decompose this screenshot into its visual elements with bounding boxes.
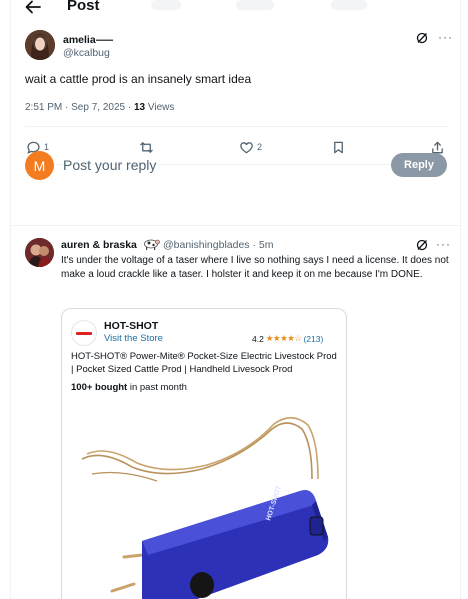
avatar[interactable] [25,238,54,267]
divider [25,126,449,127]
reply-composer: M Reply [11,151,460,183]
top-bar: Post [11,0,460,20]
purchase-stat: 100+ bought in past month [71,382,187,393]
post-timestamp[interactable]: 2:51 PM · Sep 7, 2025 · [25,102,134,113]
grok-icon[interactable] [416,239,428,251]
author-name[interactable]: auren & braska [61,239,137,251]
reply-input[interactable] [63,157,383,173]
page-title: Post [67,0,100,14]
divider [11,225,460,226]
product-brand: HOT-SHOT [104,320,159,332]
product-title[interactable]: HOT-SHOT® Power-Mite® Pocket-Size Electr… [71,350,341,376]
author-handle-time[interactable]: @banishingblades · 5m [163,239,273,251]
faded-nav-item [331,0,367,10]
reply-text: It's under the voltage of a taser where … [61,255,449,280]
current-user-avatar[interactable]: M [25,151,54,180]
visit-store-link[interactable]: Visit the Store [104,333,163,344]
more-options-icon[interactable]: ··· [438,30,453,44]
post-text: wait a cattle prod is an insanely smart … [25,72,252,86]
rating-count: (213) [303,333,324,344]
faded-nav-item [151,0,181,10]
grok-icon[interactable] [416,32,428,44]
post-detail-page: Post amelia⸺ @kcalbug ··· wait a cattle … [10,0,461,599]
bought-count: 100+ bought [71,382,128,393]
bought-period: in past month [127,382,187,393]
faded-nav-item [236,0,274,10]
avatar[interactable] [25,30,55,60]
views-count: 13 [133,102,146,113]
rating-value: 4.2 [252,333,264,344]
product-image[interactable]: HOT-SHOT [62,409,347,599]
reply-button[interactable]: Reply [391,153,447,177]
author-handle[interactable]: @kcalbug [63,47,110,59]
product-card[interactable]: HOT-SHOT Visit the Store 4.2 ★★★★☆ (213)… [61,308,347,599]
views-label: Views [145,102,175,113]
author-name[interactable]: amelia⸺ [63,32,113,47]
brand-logo [71,320,97,346]
arrow-left-icon[interactable] [25,0,41,14]
star-rating-icon: ★★★★☆ [265,333,302,343]
post-meta: 2:51 PM · Sep 7, 2025 · 13 Views [25,102,174,113]
more-options-icon[interactable]: ··· [436,237,451,251]
product-rating[interactable]: 4.2 ★★★★☆ (213) [252,333,323,344]
cow-emoji-icon [144,239,160,250]
